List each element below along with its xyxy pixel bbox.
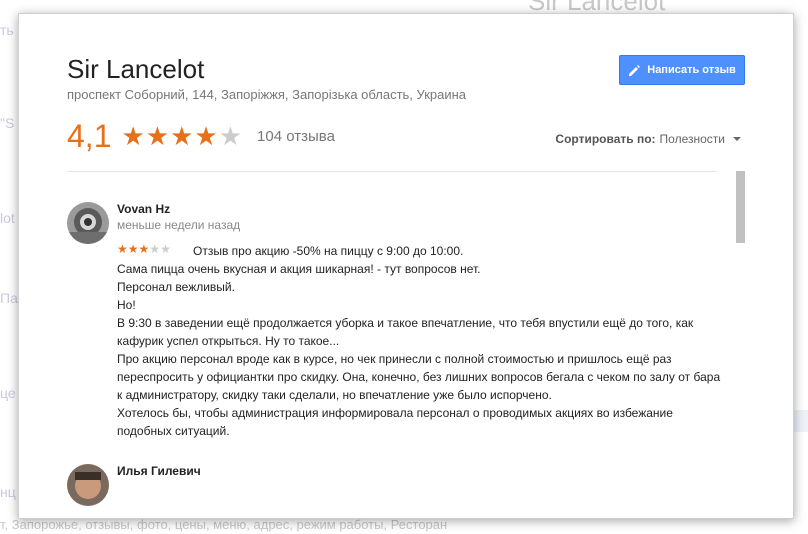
background-link-fragment: нц	[0, 484, 16, 500]
reviewer-name[interactable]: Vovan Hz	[117, 202, 170, 216]
review-line: В 9:30 в заведении ещё продолжается убор…	[117, 316, 694, 348]
background-link-fragment: lot	[0, 210, 15, 226]
review-line: Отзыв про акцию -50% на пиццу с 9:00 до …	[193, 244, 464, 258]
avatar[interactable]	[67, 202, 109, 244]
write-review-button[interactable]: Написать отзыв	[619, 55, 745, 85]
rating-value: 4,1	[67, 118, 112, 154]
star-filled-icon: ★	[194, 121, 219, 151]
place-address: проспект Соборний, 144, Запоріжжя, Запор…	[67, 87, 467, 102]
avatar-image	[67, 202, 109, 244]
background-link-fragment: "S	[0, 115, 15, 131]
star-filled-icon: ★	[145, 121, 171, 151]
write-review-label: Написать отзыв	[647, 64, 736, 76]
reviews-dialog: Sir Lancelot проспект Соборний, 144, Зап…	[18, 13, 794, 519]
place-title: Sir Lancelot	[67, 54, 205, 84]
sort-label: Сортировать по:	[555, 132, 656, 146]
star-filled-icon: ★	[170, 121, 195, 151]
sort-dropdown[interactable]: Сортировать по: Полезности	[555, 132, 741, 146]
review-line: Сама пицца очень вкусная и акция шикарна…	[117, 262, 481, 276]
divider	[67, 171, 717, 172]
scrollbar-thumb[interactable]	[736, 171, 745, 243]
review-line: Хотелось бы, чтобы администрация информи…	[117, 406, 673, 438]
review-count[interactable]: 104 отзыва	[257, 128, 335, 145]
review-text: Отзыв про акцию -50% на пиццу с 9:00 до …	[117, 242, 722, 440]
review-time: меньше недели назад	[117, 218, 241, 232]
background-snippet: т, Запорожье, отзывы, фото, цены, меню, …	[0, 517, 448, 532]
avatar[interactable]	[67, 464, 109, 506]
rating-stars: ★★★★★	[121, 121, 243, 152]
background-link-fragment: Па	[0, 290, 18, 306]
sort-value: Полезности	[659, 132, 725, 146]
star-filled-icon: ★	[121, 121, 146, 151]
review-line: Но!	[117, 298, 136, 312]
background-link-fragment: це	[0, 385, 16, 401]
review-line: Персонал вежливый.	[117, 280, 235, 294]
star-empty-icon: ★	[218, 121, 244, 151]
avatar-image	[67, 464, 109, 506]
background-link-fragment: ть	[0, 22, 14, 38]
reviewer-name[interactable]: Илья Гилевич	[117, 464, 201, 478]
rating-summary: 4,1 ★★★★★ 104 отзыва	[67, 118, 335, 155]
review-line: Про акцию персонал вроде как в курсе, но…	[117, 352, 721, 402]
chevron-down-icon	[733, 137, 741, 141]
pencil-icon	[629, 64, 641, 76]
